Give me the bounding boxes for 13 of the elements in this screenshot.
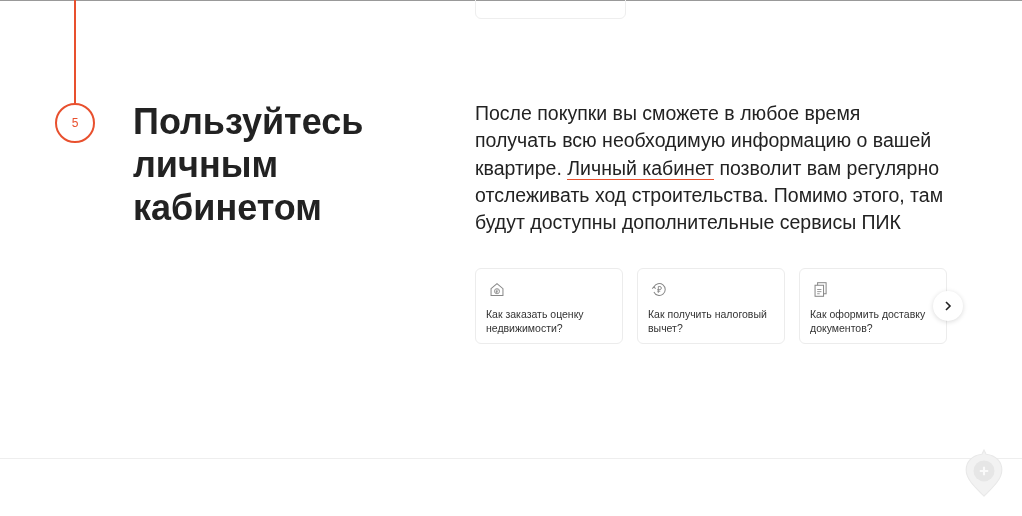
help-card[interactable]: Как получить налоговый вычет? <box>637 268 785 345</box>
account-link[interactable]: Личный кабинет <box>567 156 714 180</box>
ruble-refund-icon <box>649 281 669 299</box>
step-number: 5 <box>55 103 95 143</box>
card-title: Как получить налоговый вычет? <box>648 307 768 336</box>
house-ruble-icon <box>487 281 507 299</box>
description-text: После покупки вы сможете в любое время получать всю необходимую информацию о вашей квартире. Личный кабинет позволит вам регулярно отслеживать ход строительства. Помимо этого, там будут доступны дополнительные сервисы ПИК <box>475 101 945 236</box>
section-heading: Пользуйтесь личным кабинетом <box>133 100 365 230</box>
next-button[interactable] <box>933 291 963 322</box>
help-card[interactable]: Как заказать оценку недвижимости? <box>475 268 623 345</box>
card-title: Как оформить доставку документов? <box>810 307 927 336</box>
card-title: Как заказать оценку недвижимости? <box>486 307 585 336</box>
chevron-right-icon <box>942 300 954 313</box>
